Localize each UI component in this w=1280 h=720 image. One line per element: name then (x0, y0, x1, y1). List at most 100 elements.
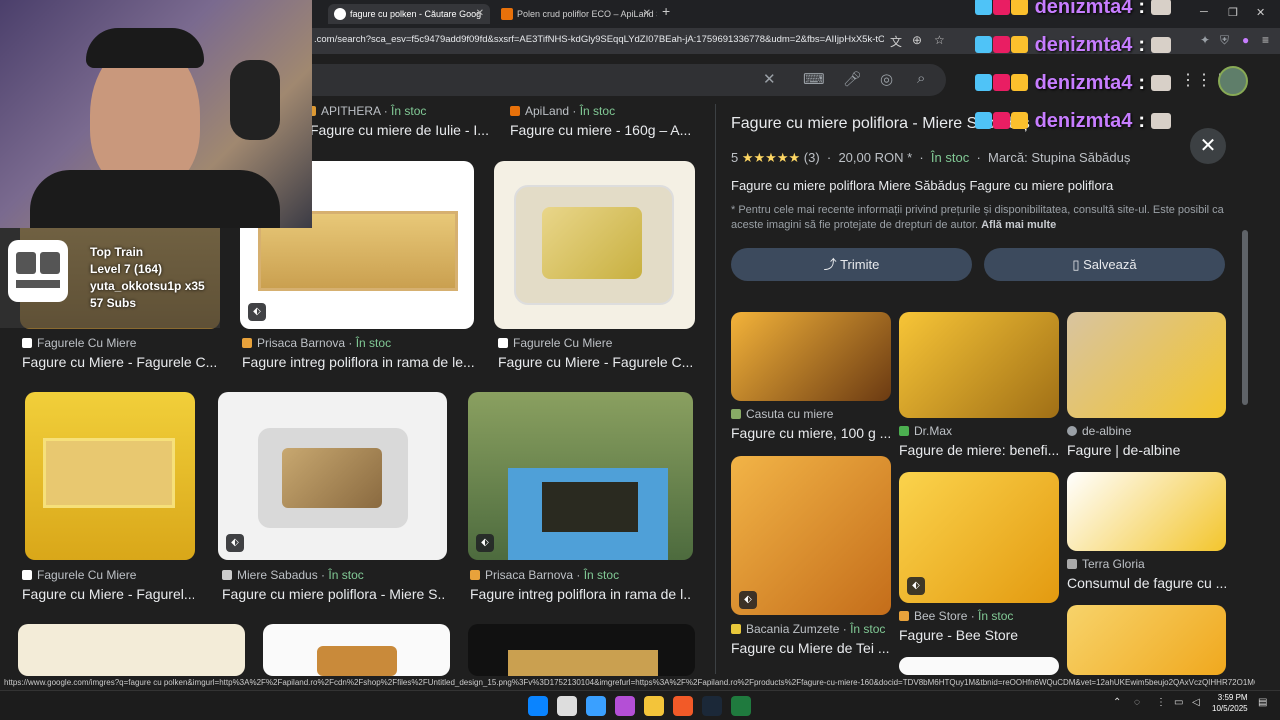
volume-icon[interactable]: ◁ (1192, 697, 1200, 708)
tab-google-search[interactable]: fagure cu polken - Căutare Goog ✕ (328, 4, 490, 24)
related-image[interactable]: ⬖ (731, 456, 891, 615)
bookmark-star-icon[interactable]: ☆ (934, 33, 945, 47)
price: 20,00 RON * (838, 150, 913, 165)
product-tag-icon: ⬖ (739, 591, 757, 609)
share-button[interactable]: ⤴ Trimite (731, 248, 972, 281)
notification-icon[interactable]: ▤ (1258, 697, 1267, 708)
related-title[interactable]: Fagure cu Miere de Tei ... (731, 640, 891, 656)
microphone-tray-icon[interactable]: ⋮ (1156, 697, 1166, 708)
panel-scrollbar[interactable] (1242, 230, 1248, 405)
excel-icon[interactable] (731, 696, 751, 716)
result-source[interactable]: Fagurele Cu Miere (498, 336, 612, 350)
related-title[interactable]: Fagure | de-albine (1067, 442, 1226, 458)
shield-icon[interactable]: ⛨ (1220, 33, 1229, 48)
steam-icon[interactable] (702, 696, 722, 716)
result-title[interactable]: Fagure cu Miere - Fagurele C... (498, 354, 694, 370)
related-image[interactable] (899, 657, 1059, 675)
result-title[interactable]: Fagure cu miere - 160g – A... (510, 122, 690, 138)
app-icon[interactable] (615, 696, 635, 716)
result-title[interactable]: Fagure intreg poliflora in rama de le... (242, 354, 474, 370)
panel-description: Fagure cu miere poliflora Miere Săbăduș … (731, 178, 1114, 193)
learn-more-link[interactable]: Află mai multe (981, 219, 1056, 231)
related-source[interactable]: Bacania Zumzete · În stoc (731, 622, 885, 636)
keyboard-icon[interactable]: ⌨ (803, 70, 825, 88)
result-title[interactable]: Fagure cu Miere - Fagurel... (22, 586, 194, 602)
url-field[interactable]: .com/search?sca_esv=f5c9479add9f09fd&sxs… (314, 34, 884, 45)
lens-icon[interactable]: ◎ (880, 70, 893, 88)
close-panel-button[interactable]: ✕ (1190, 128, 1226, 164)
related-image[interactable] (899, 312, 1059, 418)
related-source[interactable]: Dr.Max (899, 424, 952, 438)
translate-icon[interactable]: 文 (890, 33, 902, 50)
result-source[interactable]: Fagurele Cu Miere (22, 568, 136, 582)
minimize-icon[interactable]: ─ (1200, 6, 1208, 18)
result-title[interactable]: Fagure cu Miere - Fagurele C... (22, 354, 218, 370)
streamer-shirt (30, 170, 280, 228)
close-window-icon[interactable]: ✕ (1256, 6, 1265, 19)
result-image[interactable] (263, 624, 450, 676)
close-tab-icon[interactable]: ✕ (476, 4, 484, 24)
result-source[interactable]: ApiLand · În stoc (510, 104, 615, 118)
related-source[interactable]: Terra Gloria (1067, 557, 1145, 571)
related-source[interactable]: de-albine (1067, 424, 1131, 438)
menu-icon[interactable]: ≡ (1262, 33, 1269, 47)
result-title[interactable]: Fagure intreg poliflora in rama de l... (470, 586, 692, 602)
search-icon[interactable]: ⌕ (917, 70, 925, 87)
result-image[interactable] (468, 624, 695, 676)
result-source[interactable]: APITHERA · În stoc (306, 104, 426, 118)
network-icon[interactable]: ◌ (1134, 697, 1140, 708)
result-source[interactable]: Fagurele Cu Miere (22, 336, 136, 350)
microphone-icon[interactable]: 🎤︎ (843, 70, 862, 88)
tray-chevron-icon[interactable]: ⌃ (1113, 697, 1121, 708)
search-input[interactable]: ✕ ⌨ 🎤︎ ◎ ⌕ (300, 64, 946, 96)
related-source[interactable]: Bee Store · În stoc (899, 609, 1013, 623)
bookmark-icon: ▯ (1072, 257, 1080, 272)
battery-icon[interactable]: ▭ (1174, 697, 1183, 708)
related-image[interactable] (1067, 312, 1226, 418)
clock[interactable]: 3:59 PM 10/5/2025 (1212, 692, 1248, 714)
new-tab-button[interactable]: + (662, 3, 670, 19)
maximize-icon[interactable]: ❐ (1228, 6, 1238, 19)
clear-search-icon[interactable]: ✕ (763, 70, 776, 88)
profile-extension-icon[interactable]: ● (1242, 33, 1249, 47)
result-title[interactable]: Fagure cu miere poliflora - Miere S... (222, 586, 446, 602)
result-source[interactable]: Prisaca Barnova · În stoc (242, 336, 391, 350)
result-title[interactable]: Fagure cu miere de Iulie - I... (310, 122, 490, 138)
hive-interior (542, 482, 638, 532)
review-count[interactable]: (3) (804, 150, 820, 165)
folder-icon[interactable] (644, 696, 664, 716)
result-image[interactable]: ⬖ (468, 392, 693, 560)
result-image[interactable]: ⬖ (218, 392, 447, 560)
related-image[interactable]: ⬖ (899, 472, 1059, 603)
related-image[interactable] (1067, 472, 1226, 551)
related-image[interactable] (1067, 605, 1226, 675)
zoom-icon[interactable]: ⊕ (912, 33, 922, 47)
result-image[interactable] (25, 392, 195, 560)
chat-message: denizmta4: (975, 72, 1172, 95)
extension-icon[interactable]: ✦ (1200, 33, 1210, 47)
related-title[interactable]: Fagure de miere: benefi... (899, 442, 1059, 458)
result-image[interactable] (18, 624, 245, 676)
related-title[interactable]: Fagure cu miere, 100 g ... (731, 425, 891, 441)
chat-message: denizmta4: (975, 110, 1172, 133)
close-tab-icon[interactable]: ✕ (643, 4, 651, 24)
train-icon (8, 240, 68, 302)
related-title[interactable]: Fagure - Bee Store (899, 627, 1059, 643)
save-button[interactable]: ▯ Salvează (984, 248, 1225, 281)
product-tag-icon: ⬖ (248, 303, 266, 321)
tab-apiland[interactable]: Polen crud poliflor ECO – ApiLand SR ✕ (495, 4, 657, 24)
emote (1151, 75, 1172, 91)
brave-icon[interactable] (673, 696, 693, 716)
copilot-icon[interactable] (586, 696, 606, 716)
related-image[interactable] (731, 312, 891, 401)
related-title[interactable]: Consumul de fagure cu ... (1067, 575, 1226, 591)
avatar[interactable] (1218, 66, 1248, 96)
taskview-icon[interactable] (557, 696, 577, 716)
result-source[interactable]: Miere Sabadus · În stoc (222, 568, 364, 582)
honeycomb (282, 448, 382, 508)
tab-label: Polen crud poliflor ECO – ApiLand SR (517, 9, 657, 19)
result-source[interactable]: Prisaca Barnova · În stoc (470, 568, 619, 582)
related-source[interactable]: Casuta cu miere (731, 407, 833, 421)
result-image[interactable] (494, 161, 695, 329)
start-icon[interactable] (528, 696, 548, 716)
